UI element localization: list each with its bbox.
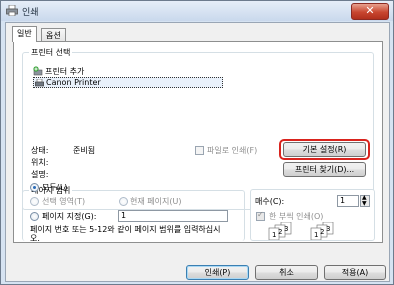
radio-current-page-label: 현재 페이지(U) [130,197,182,206]
printer-icon [35,79,44,87]
cancel-button[interactable]: 취소 [255,265,318,280]
add-printer-icon [33,66,43,76]
copies-input[interactable]: 1 [337,195,359,207]
window-title: 인쇄 [22,8,39,18]
radio-current-page[interactable] [119,197,128,206]
copies-spinner[interactable]: ▲ ▼ [360,194,370,207]
status-value: 준비됨 [73,146,96,155]
printer-select-title: 프린터 선택 [29,47,73,58]
print-dialog: 인쇄 ✕ 일반 옵션 프린터 선택 프린터 추가 Canon Printer 상… [0,0,394,285]
dialog-client: 일반 옵션 프린터 선택 프린터 추가 Canon Printer 상태: 준비… [5,22,390,282]
collate-pages-icon: 123 123 [268,222,334,240]
radio-selection-label: 선택 영역(T) [42,197,86,206]
preferences-button[interactable]: 기본 설정(R) [283,142,366,157]
collate-label: 한 부씩 인쇄(O) [269,212,324,221]
printer-select-group: 프린터 선택 프린터 추가 Canon Printer [22,47,374,210]
svg-text:3: 3 [284,225,288,233]
location-label: 위치: [31,158,49,167]
page-range-help: 페이지 번호 또는 5-12와 같이 페이지 범위를 입력하십시오. [30,225,221,243]
svg-text:2: 2 [320,228,324,236]
copies-label: 매수(C): [255,197,285,206]
close-button[interactable]: ✕ [351,3,389,20]
pages-input[interactable]: 1 [118,210,228,222]
svg-text:1: 1 [272,231,276,239]
svg-text:2: 2 [278,228,282,236]
radio-pages[interactable] [30,212,39,221]
printer-item-canon[interactable]: Canon Printer [33,77,223,88]
printer-item-label: Canon Printer [46,78,101,87]
print-button[interactable]: 인쇄(P) [186,265,249,280]
collate-checkbox[interactable]: ✓ [256,210,265,221]
radio-all[interactable] [30,183,39,192]
find-printer-button[interactable]: 프린터 찾기(D)... [283,162,366,177]
radio-all-label: 모두(L) [42,183,68,192]
print-to-file-label: 파일로 인쇄(F) [207,146,258,155]
svg-text:3: 3 [326,225,330,233]
copies-group: 매수(C): 1 ▲ ▼ ✓ 한 부씩 인쇄(O) 123 123 [250,189,375,241]
radio-selection[interactable] [30,197,39,206]
title-bar: 인쇄 ✕ [1,1,393,21]
status-label: 상태: [31,146,49,155]
apply-button[interactable]: 적용(A) [324,265,386,280]
spin-down-icon: ▼ [362,200,367,207]
radio-pages-label: 페이지 지정(G): [42,212,97,221]
add-printer-item[interactable]: 프린터 추가 [45,66,84,77]
comment-label: 설명: [31,170,49,179]
print-to-file-checkbox[interactable] [195,146,204,155]
tab-general[interactable]: 일반 [12,26,37,42]
tab-options[interactable]: 옵션 [41,28,66,41]
printer-icon [6,5,18,16]
svg-text:1: 1 [314,231,318,239]
